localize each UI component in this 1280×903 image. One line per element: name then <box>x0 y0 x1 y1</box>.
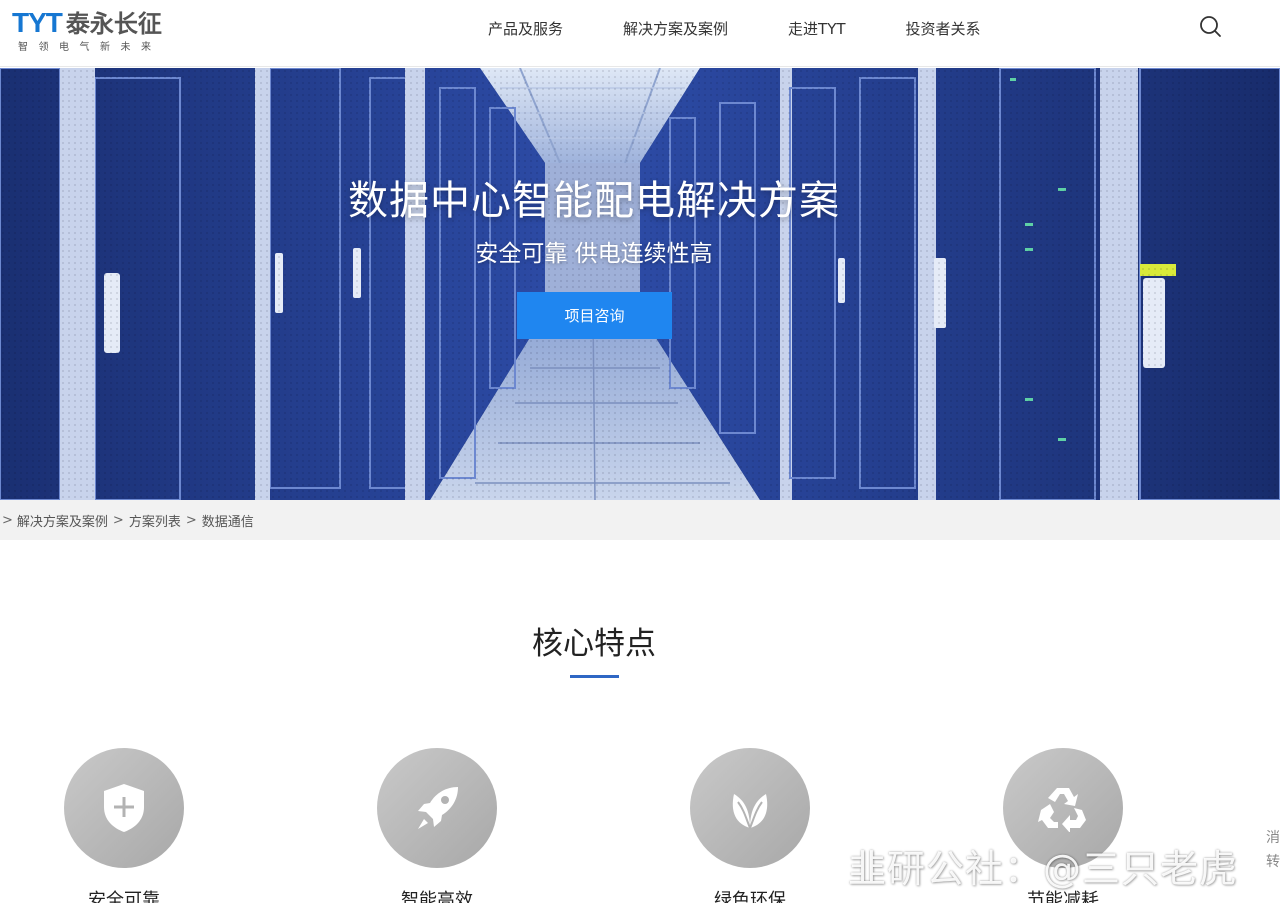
feature-green-eco: 绿色环保 <box>690 748 810 903</box>
logo-wordmark: TYT 泰永长征 <box>12 4 162 39</box>
breadcrumb-separator: > <box>2 512 13 528</box>
rocket-icon[interactable] <box>377 748 497 868</box>
side-tab[interactable]: 消转 <box>1266 826 1280 874</box>
feature-label: 安全可靠 <box>88 890 160 903</box>
hero-subtitle: 安全可靠 供电连续性高 <box>475 241 713 267</box>
breadcrumb-separator: > <box>112 512 124 528</box>
section-title-underline <box>570 675 619 678</box>
nav-item-about[interactable]: 走进TYT <box>758 18 876 39</box>
section-title: 核心特点 <box>532 626 656 662</box>
feature-smart-efficient: 智能高效 <box>377 748 497 903</box>
project-consult-button[interactable]: 项目咨询 <box>517 292 672 339</box>
main-nav: 产品及服务 解决方案及案例 走进TYT 投资者关系 <box>458 0 1011 56</box>
logo-slogan: 智领电气新未来 <box>18 42 162 53</box>
datacenter-background-image <box>0 68 1280 500</box>
feature-label: 智能高效 <box>401 890 473 903</box>
site-logo[interactable]: TYT 泰永长征 智领电气新未来 <box>12 4 192 53</box>
watermark-text: 韭研公社：@三只老虎 <box>848 847 1239 891</box>
nav-item-investors[interactable]: 投资者关系 <box>876 18 1011 39</box>
site-header: TYT 泰永长征 智领电气新未来 产品及服务 解决方案及案例 走进TYT 投资者… <box>0 0 1280 67</box>
feature-label: 绿色环保 <box>714 890 786 903</box>
breadcrumb-item-solutions[interactable]: 解决方案及案例 <box>17 511 108 530</box>
logo-brand: TYT <box>12 7 63 38</box>
leaf-icon[interactable] <box>690 748 810 868</box>
breadcrumb: > 解决方案及案例 > 方案列表 > 数据通信 <box>0 500 1280 540</box>
search-icon[interactable] <box>1198 14 1224 40</box>
breadcrumb-item-current: 数据通信 <box>201 514 254 530</box>
breadcrumb-item-solution-list[interactable]: 方案列表 <box>129 511 181 530</box>
nav-item-products[interactable]: 产品及服务 <box>458 18 593 39</box>
hero-banner: 数据中心智能配电解决方案 安全可靠 供电连续性高 项目咨询 <box>0 68 1280 500</box>
nav-item-solutions[interactable]: 解决方案及案例 <box>593 18 758 39</box>
hero-title: 数据中心智能配电解决方案 <box>348 178 840 224</box>
shield-plus-icon[interactable] <box>64 748 184 868</box>
breadcrumb-separator: > <box>185 512 197 528</box>
feature-safe-reliable: 安全可靠 <box>64 748 184 903</box>
logo-name: 泰永长征 <box>65 10 162 38</box>
